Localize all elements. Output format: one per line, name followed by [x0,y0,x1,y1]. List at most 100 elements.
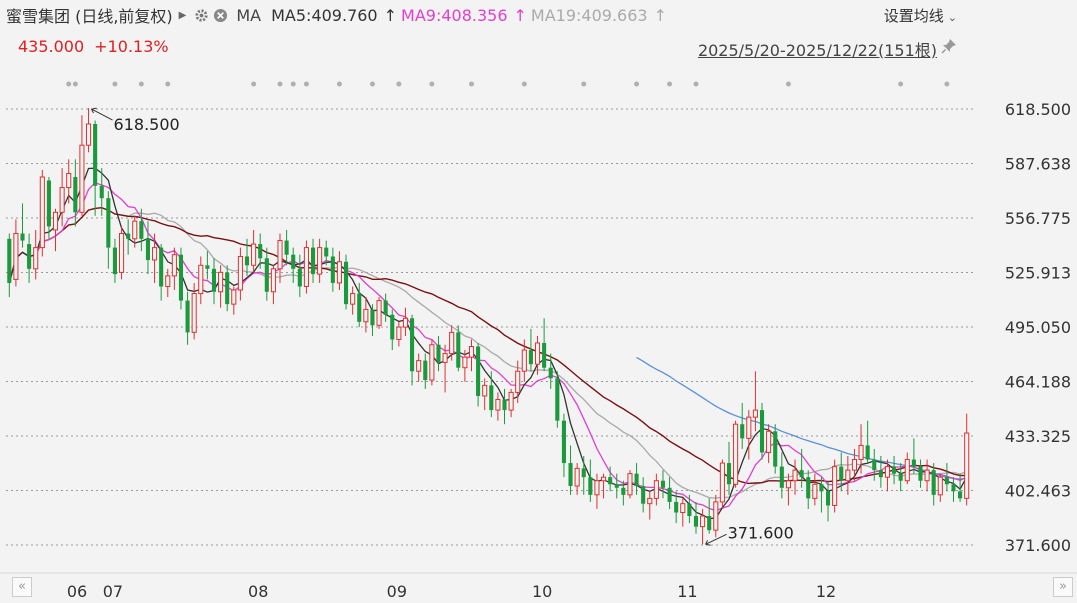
ma19-value: MA19:409.663 [530,5,648,25]
candle-down [205,265,210,269]
candle-down [641,486,646,504]
arrow-up-icon: ↑ [653,5,667,25]
candle-up [376,300,382,326]
candle-down [759,410,765,453]
candle-down [456,332,461,368]
x-tick-label: 12 [816,582,836,601]
y-tick-label: 433.325 [1005,427,1071,446]
candle-up [52,211,59,231]
gear-icon[interactable] [194,8,209,23]
candle-up [574,467,580,487]
candle-down [383,300,388,315]
event-markers [66,81,950,87]
event-marker-icon [165,81,171,87]
candle-up [534,342,541,365]
candle-down [258,244,263,259]
event-marker-icon [634,81,640,87]
candle-down [660,480,666,488]
candle-down [185,300,190,333]
y-tick-label: 402.463 [1005,481,1071,500]
candle-down [825,491,831,506]
candle-down [139,221,144,239]
candle-up [594,480,600,496]
event-marker-icon [581,81,587,87]
double-right-icon[interactable]: » [1053,577,1073,597]
candle-up [785,480,791,489]
event-marker-icon [66,81,72,87]
date-range[interactable]: 2025/5/20-2025/12/22(151根) [698,37,937,61]
candle-down [73,176,78,213]
candle-down [951,484,956,492]
candle-up [601,476,607,482]
stock-title[interactable]: 蜜雪集团 (日线,前复权) [6,3,173,27]
ma-label: MA [236,5,262,25]
candle-down [548,367,553,379]
candle-down [944,477,949,485]
candle-up [495,398,501,411]
candle-up [237,255,243,291]
candle-up [270,268,276,293]
candle-up [521,349,527,372]
candle-up [746,416,752,439]
y-tick-label: 464.188 [1005,372,1071,391]
candle-down [126,233,131,239]
candle-up [317,247,323,275]
candle-up [218,271,224,293]
candle-down [159,247,164,287]
candle-up [85,123,92,146]
candle-down [291,254,296,269]
candle-down [773,431,778,467]
event-marker-icon [277,81,283,87]
candle-down [93,124,98,186]
event-marker-icon [138,81,144,87]
candle-down [918,466,923,481]
candle-down [112,247,117,275]
candle-up [508,391,514,411]
candle-down [145,238,151,260]
candle-up [39,176,45,249]
candle-down [436,344,441,363]
candle-down [740,424,745,439]
candle-up [627,473,633,496]
candle-down [674,501,679,513]
x-tick-label: 08 [248,582,268,601]
pin-icon[interactable] [941,38,957,54]
candle-down [178,254,184,301]
moving-average-lines [8,167,968,520]
candle-down [310,247,316,275]
candle-up [277,240,283,270]
candle-down [687,503,692,517]
candle-down [878,470,883,478]
candle-down [931,470,936,495]
ma-settings-button[interactable]: 设置均线 ⌄ [884,5,957,26]
caret-right-icon[interactable]: ▶ [179,10,187,21]
candles [7,108,970,545]
candle-up [515,370,521,393]
candle-down [343,261,349,305]
candle-down [892,466,897,474]
double-left-icon[interactable]: « [12,577,32,597]
x-tick-label: 10 [532,582,552,601]
candle-down [264,258,269,292]
candle-down [476,346,481,396]
candle-up [733,423,739,485]
event-marker-icon [429,81,435,87]
x-tick-label: 09 [387,582,407,601]
candle-down [410,318,415,372]
candle-up [198,264,204,295]
candle-down [528,350,533,365]
close-icon[interactable] [213,8,228,23]
candle-down [667,487,672,502]
high-label: 618.500 [114,115,180,134]
event-marker-icon [336,81,342,87]
candle-up [845,469,851,482]
candle-up [449,331,455,355]
high-arrow [91,107,113,121]
candle-up [700,515,706,528]
candle-up [251,243,257,266]
candle-up [462,356,468,369]
candle-down [568,463,573,487]
candle-up [396,326,402,340]
ma9-value: MA9:408.356 [401,5,508,25]
candle-up [851,459,857,471]
